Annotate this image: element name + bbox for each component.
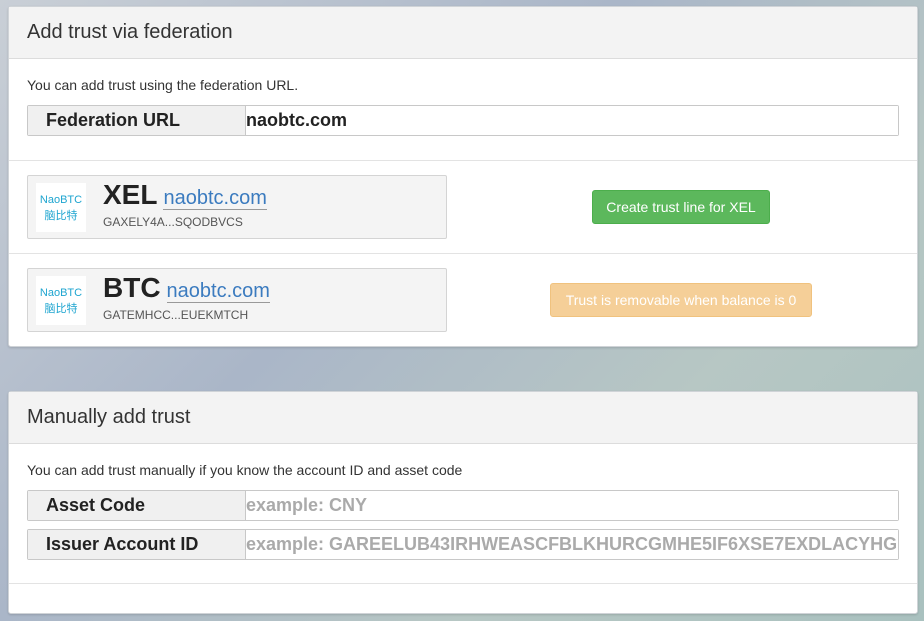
manual-panel-title: Manually add trust bbox=[9, 392, 917, 444]
asset-card-xel: NaoBTC 脑比特 XEL naobtc.com GAXELY4A...SQOD… bbox=[27, 175, 447, 239]
federation-description: You can add trust using the federation U… bbox=[27, 77, 299, 93]
logo-text-latin: NaoBTC bbox=[39, 193, 83, 206]
asset-row-btc: NaoBTC 脑比特 BTC naobtc.com GATEMHCC...EUEK… bbox=[9, 254, 917, 347]
manual-description: You can add trust manually if you know t… bbox=[27, 462, 463, 478]
trust-removable-button[interactable]: Trust is removable when balance is 0 bbox=[550, 283, 812, 317]
federation-url-section: You can add trust using the federation U… bbox=[9, 59, 917, 161]
federation-url-input[interactable] bbox=[246, 106, 898, 135]
asset-code-group: Asset Code bbox=[27, 490, 899, 521]
federation-panel-title: Add trust via federation bbox=[9, 7, 917, 59]
naobtc-logo-icon: NaoBTC 脑比特 bbox=[36, 183, 86, 232]
asset-domain-link[interactable]: naobtc.com bbox=[166, 280, 270, 303]
logo-text-latin: NaoBTC bbox=[39, 286, 83, 299]
federation-url-group: Federation URL bbox=[27, 105, 899, 136]
issuer-account-label: Issuer Account ID bbox=[28, 530, 246, 559]
asset-heading-xel: XEL naobtc.com bbox=[103, 179, 267, 211]
naobtc-logo-icon: NaoBTC 脑比特 bbox=[36, 276, 86, 325]
asset-code: XEL bbox=[103, 179, 158, 210]
create-trust-line-xel-button[interactable]: Create trust line for XEL bbox=[592, 190, 770, 224]
issuer-account-input[interactable] bbox=[246, 530, 898, 559]
issuer-account-group: Issuer Account ID bbox=[27, 529, 899, 560]
asset-row-xel: NaoBTC 脑比特 XEL naobtc.com GAXELY4A...SQOD… bbox=[9, 161, 917, 254]
asset-heading-btc: BTC naobtc.com bbox=[103, 272, 270, 304]
federation-url-label: Federation URL bbox=[28, 106, 246, 135]
asset-code-input[interactable] bbox=[246, 491, 898, 520]
manual-form-section: You can add trust manually if you know t… bbox=[9, 444, 917, 584]
asset-card-btc: NaoBTC 脑比特 BTC naobtc.com GATEMHCC...EUEK… bbox=[27, 268, 447, 332]
manual-trust-panel: Manually add trust You can add trust man… bbox=[8, 391, 918, 614]
logo-text-chinese: 脑比特 bbox=[44, 302, 78, 315]
asset-code-label: Asset Code bbox=[28, 491, 246, 520]
asset-issuer: GAXELY4A...SQODBVCS bbox=[103, 215, 243, 229]
asset-code: BTC bbox=[103, 272, 161, 303]
asset-domain-link[interactable]: naobtc.com bbox=[163, 187, 267, 210]
federation-panel: Add trust via federation You can add tru… bbox=[8, 6, 918, 347]
logo-text-chinese: 脑比特 bbox=[44, 209, 78, 222]
asset-issuer: GATEMHCC...EUEKMTCH bbox=[103, 308, 249, 322]
